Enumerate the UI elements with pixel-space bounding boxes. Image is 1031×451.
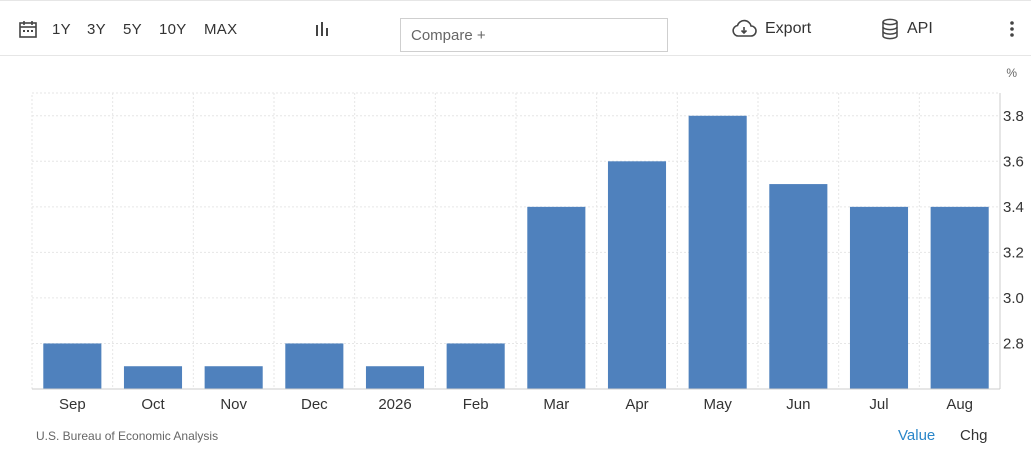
value-toggle[interactable]: Value <box>898 427 935 444</box>
bar-2026 <box>365 366 425 389</box>
bar-feb <box>446 343 505 389</box>
x-tick-label: Jul <box>869 396 888 413</box>
x-tick-label: Oct <box>141 396 165 413</box>
range-1y-button[interactable]: 1Y <box>52 1 71 57</box>
bar-aug <box>930 206 989 389</box>
y-tick-label: 3.4 <box>1003 199 1024 216</box>
cloud-download-icon <box>731 19 757 39</box>
bar-nov <box>204 366 263 389</box>
y-unit-label: % <box>1006 66 1017 80</box>
more-options-icon[interactable] <box>1008 1 1016 57</box>
x-tick-label: Feb <box>463 396 489 413</box>
range-3y-button[interactable]: 3Y <box>87 1 106 57</box>
bar-sep <box>43 343 102 389</box>
compare-field[interactable] <box>400 18 668 52</box>
api-label: API <box>907 20 933 37</box>
bar-chart: 2.8 3.0 3.2 3.4 3.6 3.8% Sep Oct Nov Dec 2026 Feb Ma… <box>31 66 1024 413</box>
chg-toggle[interactable]: Chg <box>960 427 988 444</box>
range-max-button[interactable]: MAX <box>204 1 237 57</box>
y-tick-label: 3.0 <box>1003 290 1024 307</box>
x-tick-label: Nov <box>220 396 247 413</box>
api-button[interactable]: API <box>881 1 933 57</box>
bar-jun <box>769 184 828 389</box>
y-tick-label: 2.8 <box>1003 335 1024 352</box>
source-label: U.S. Bureau of Economic Analysis <box>36 429 219 443</box>
x-tick-label: Apr <box>625 396 648 413</box>
x-tick-label: Jun <box>786 396 810 413</box>
export-button[interactable]: Export <box>731 1 811 57</box>
compare-input[interactable] <box>411 26 667 44</box>
x-tick-label: Mar <box>543 396 569 413</box>
x-tick-label: Dec <box>301 396 328 413</box>
chart-toolbar: 1Y 3Y 5Y 10Y MAX Export <box>0 0 1031 56</box>
export-label: Export <box>765 20 812 37</box>
y-tick-label: 3.2 <box>1003 244 1024 261</box>
calendar-icon[interactable] <box>18 1 38 57</box>
y-tick-label: 3.8 <box>1003 108 1024 125</box>
x-tick-label: Sep <box>59 396 86 413</box>
x-tick-label: 2026 <box>378 396 411 413</box>
bar-apr <box>607 161 667 389</box>
bar-oct <box>123 366 183 389</box>
bar-may <box>688 115 747 389</box>
database-icon <box>881 18 899 40</box>
bar-dec <box>285 343 344 389</box>
bar-mar <box>527 206 586 389</box>
bar-jul <box>849 206 909 389</box>
chart-area: 2.8 3.0 3.2 3.4 3.6 3.8% Sep Oct Nov Dec 2026 Feb Ma… <box>0 56 1031 422</box>
range-5y-button[interactable]: 5Y <box>123 1 142 57</box>
x-tick-label: Aug <box>946 396 973 413</box>
range-10y-button[interactable]: 10Y <box>159 1 187 57</box>
chart-type-icon[interactable] <box>313 1 331 57</box>
x-tick-label: May <box>703 396 732 413</box>
y-tick-label: 3.6 <box>1003 153 1024 170</box>
